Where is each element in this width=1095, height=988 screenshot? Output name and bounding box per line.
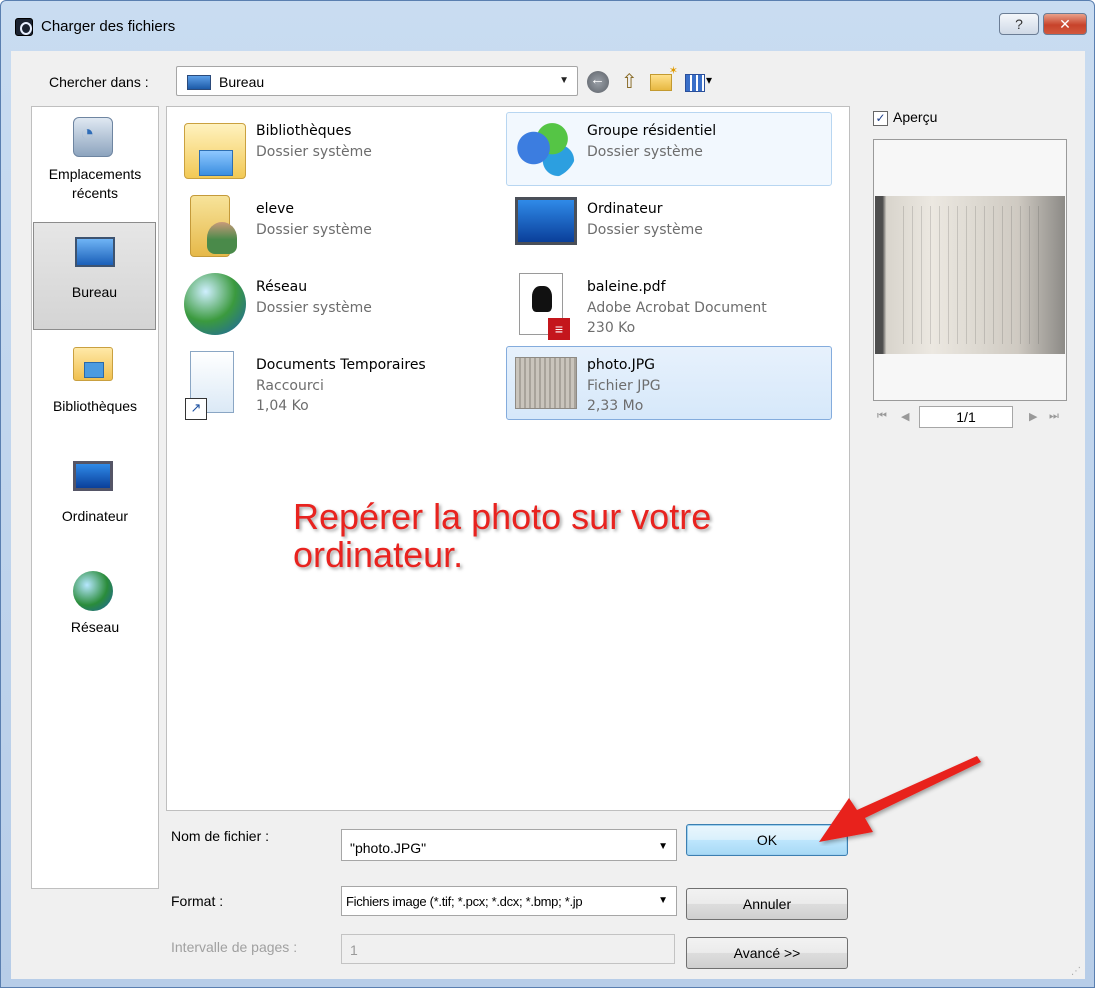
file-type: Dossier système	[587, 144, 703, 160]
list-item-selected[interactable]: photo.JPG Fichier JPG 2,33 Mo	[506, 346, 832, 420]
desktop-icon	[75, 237, 115, 267]
list-item[interactable]: Groupe résidentiel Dossier système	[506, 112, 832, 186]
look-in-label: Chercher dans :	[49, 74, 149, 90]
place-desktop[interactable]: Bureau	[33, 222, 156, 330]
file-name: Groupe résidentiel	[587, 123, 717, 139]
place-computer[interactable]: Ordinateur	[32, 447, 158, 555]
annotation-arrow	[819, 756, 981, 842]
next-page-icon[interactable]: ▶	[1029, 410, 1037, 423]
place-recent[interactable]: Emplacements récents	[32, 107, 158, 215]
place-libraries[interactable]: Bibliothèques	[32, 335, 158, 443]
desktop-icon	[187, 75, 211, 90]
prev-page-icon[interactable]: ◀	[901, 410, 909, 423]
preview-label: Aperçu	[893, 109, 938, 125]
filename-label: Nom de fichier :	[171, 828, 270, 844]
close-button[interactable]: ✕	[1043, 13, 1087, 35]
list-item[interactable]: Bibliothèques Dossier système	[175, 112, 501, 186]
format-value: Fichiers image (*.tif; *.pcx; *.dcx; *.b…	[346, 894, 583, 909]
file-name: baleine.pdf	[587, 279, 666, 295]
up-folder-icon[interactable]	[618, 69, 640, 94]
homegroup-icon	[515, 117, 577, 179]
preview-pager: ⏮ ◀ 1/1 ▶ ⏭	[873, 406, 1067, 430]
file-name: Réseau	[256, 279, 308, 295]
last-page-icon[interactable]: ⏭	[1049, 410, 1059, 423]
format-label: Format :	[171, 893, 224, 909]
place-network[interactable]: Réseau	[32, 559, 158, 667]
new-folder-icon[interactable]	[650, 64, 678, 91]
look-in-dropdown[interactable]: Bureau ▼	[176, 66, 578, 96]
network-icon	[73, 571, 113, 611]
place-label-libraries: Bibliothèques	[52, 398, 138, 414]
network-icon	[184, 273, 246, 335]
app-icon	[15, 18, 33, 36]
page-range-input: 1	[341, 934, 675, 964]
annotation-text: Repérer la photo sur votre ordinateur.	[293, 496, 712, 575]
help-button[interactable]: ?	[999, 13, 1039, 35]
view-menu-icon[interactable]	[685, 71, 719, 93]
file-size: 2,33 Mo	[587, 398, 644, 414]
file-type: Dossier système	[256, 222, 372, 238]
list-item[interactable]: baleine.pdf Adobe Acrobat Document 230 K…	[506, 268, 832, 342]
place-label-recent: Emplacements récents	[48, 166, 142, 201]
file-size: 230 Ko	[587, 320, 636, 336]
place-label-network: Réseau	[70, 619, 120, 635]
file-type: Dossier système	[256, 300, 372, 316]
window-title: Charger des fichiers	[41, 18, 176, 35]
look-in-value: Bureau	[219, 74, 265, 90]
chevron-down-icon[interactable]: ▼	[658, 895, 668, 906]
format-select[interactable]: Fichiers image (*.tif; *.pcx; *.dcx; *.b…	[341, 886, 677, 916]
file-name: Bibliothèques	[256, 123, 352, 139]
libraries-folder-icon	[184, 123, 246, 179]
file-name: Documents Temporaires	[256, 357, 426, 373]
page-indicator[interactable]: 1/1	[919, 406, 1013, 428]
recent-places-icon	[73, 117, 113, 157]
computer-icon	[515, 197, 577, 245]
jpg-file-icon	[515, 357, 577, 409]
pdf-file-icon	[519, 273, 570, 340]
preview-pane	[873, 139, 1067, 401]
preview-thumbnail	[875, 196, 1065, 354]
cancel-button[interactable]: Annuler	[686, 888, 848, 920]
user-folder-icon	[190, 195, 237, 257]
file-type: Dossier système	[587, 222, 703, 238]
filename-value: "photo.JPG"	[350, 840, 427, 856]
list-item[interactable]: Réseau Dossier système	[175, 268, 501, 342]
place-label-computer: Ordinateur	[61, 508, 129, 524]
file-type: Adobe Acrobat Document	[587, 300, 767, 316]
computer-icon	[73, 461, 113, 491]
resize-grip[interactable]: ⋰	[1071, 966, 1081, 977]
list-item[interactable]: Ordinateur Dossier système	[506, 190, 832, 264]
file-size: 1,04 Ko	[256, 398, 309, 414]
chevron-down-icon[interactable]: ▼	[658, 841, 668, 852]
chevron-down-icon: ▼	[559, 75, 569, 86]
libraries-icon	[73, 347, 113, 381]
first-page-icon[interactable]: ⏮	[877, 410, 887, 423]
places-bar: Emplacements récents Bureau Bibliothèque…	[31, 106, 159, 889]
title-bar[interactable]: Charger des fichiers ? ✕	[1, 1, 1094, 51]
list-item[interactable]: Documents Temporaires Raccourci 1,04 Ko	[175, 346, 501, 420]
file-type: Dossier système	[256, 144, 372, 160]
file-type: Raccourci	[256, 378, 324, 394]
file-name: eleve	[256, 201, 295, 217]
file-list: Bibliothèques Dossier système Groupe rés…	[166, 106, 850, 811]
advanced-button[interactable]: Avancé >>	[686, 937, 848, 969]
page-range-value: 1	[350, 942, 358, 958]
filename-input[interactable]: "photo.JPG" ▼	[341, 829, 677, 861]
file-type: Fichier JPG	[587, 378, 661, 394]
page-range-label: Intervalle de pages :	[171, 939, 298, 955]
file-name: photo.JPG	[587, 357, 656, 373]
list-item[interactable]: eleve Dossier système	[175, 190, 501, 264]
file-dialog-window: Charger des fichiers ? ✕ Chercher dans :…	[0, 0, 1095, 988]
preview-checkbox[interactable]: ✓	[873, 111, 888, 126]
file-name: Ordinateur	[587, 201, 663, 217]
place-label-desktop: Bureau	[71, 284, 118, 300]
shortcut-icon	[185, 351, 234, 420]
back-icon[interactable]	[587, 71, 609, 93]
